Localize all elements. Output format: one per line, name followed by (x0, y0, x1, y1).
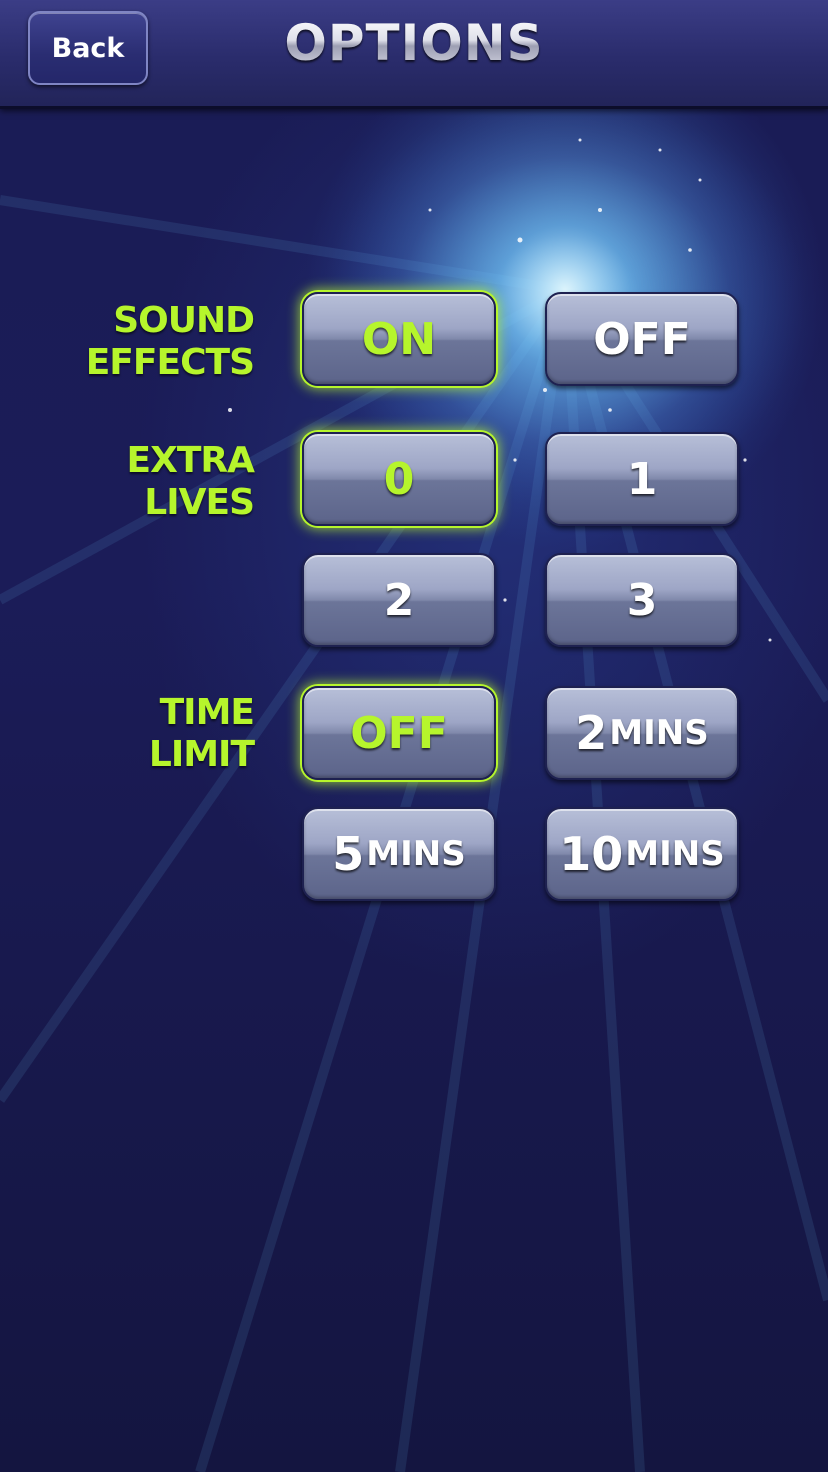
options-screen: Back OPTIONS SOUND EFFECTS ON OFF EXTRA … (0, 0, 828, 1472)
time-limit-label: TIME LIMIT (148, 692, 255, 775)
time-10-mins-unit: MINS (625, 834, 725, 874)
time-2-mins-unit: MINS (609, 713, 709, 753)
lives-1-button[interactable]: 1 (545, 432, 739, 526)
time-2-mins-number: 2 (575, 706, 608, 760)
time-5-mins-button[interactable]: 5 MINS (302, 807, 496, 901)
time-2-mins-button[interactable]: 2 MINS (545, 686, 739, 780)
time-10-mins-number: 10 (559, 827, 624, 881)
lives-2-button[interactable]: 2 (302, 553, 496, 647)
header-bar: Back OPTIONS (0, 0, 828, 109)
page-title: OPTIONS (0, 14, 828, 72)
time-5-mins-number: 5 (332, 827, 365, 881)
lives-0-button[interactable]: 0 (302, 432, 496, 526)
time-10-mins-button[interactable]: 10 MINS (545, 807, 739, 901)
sound-on-button[interactable]: ON (302, 292, 496, 386)
time-5-mins-unit: MINS (366, 834, 466, 874)
sound-effects-label: SOUND EFFECTS (85, 300, 255, 383)
time-off-button[interactable]: OFF (302, 686, 496, 780)
extra-lives-label: EXTRA LIVES (126, 440, 255, 523)
sound-off-button[interactable]: OFF (545, 292, 739, 386)
lives-3-button[interactable]: 3 (545, 553, 739, 647)
